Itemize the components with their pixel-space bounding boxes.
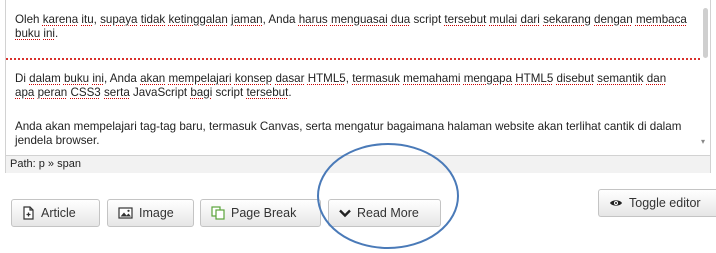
document-add-icon (22, 206, 35, 220)
chevron-down-icon (339, 208, 351, 218)
element-path: Path: p » span (10, 158, 81, 170)
editor-scrollbar[interactable]: ▾ (700, 0, 710, 155)
editor-paragraph-1[interactable]: Oleh karena itu, supaya tidak ketinggala… (15, 13, 687, 40)
editor-paragraph-2[interactable]: Di dalam buku ini, Anda akan mempelajari… (15, 72, 687, 99)
read-more-separator (6, 58, 700, 60)
read-more-button-label: Read More (357, 206, 419, 220)
editor-path-status-bar: Path: p » span (6, 155, 710, 173)
editor-content-area[interactable]: Oleh karena itu, supaya tidak ketinggala… (6, 0, 700, 155)
page-break-button[interactable]: Page Break (200, 199, 321, 227)
eye-icon (609, 198, 623, 208)
page-break-button-label: Page Break (231, 206, 297, 220)
article-button[interactable]: Article (11, 199, 100, 227)
image-button[interactable]: Image (107, 199, 194, 227)
editor-paragraph-3[interactable]: Anda akan mempelajari tag-tag baru, term… (15, 120, 687, 147)
toggle-editor-button-label: Toggle editor (629, 196, 701, 210)
editor-frame: Oleh karena itu, supaya tidak ketinggala… (5, 0, 711, 173)
image-button-label: Image (139, 206, 174, 220)
article-button-label: Article (41, 206, 76, 220)
scrollbar-thumb[interactable] (703, 8, 708, 58)
toggle-editor-button[interactable]: Toggle editor (598, 189, 716, 217)
copy-pages-icon (211, 206, 225, 220)
picture-icon (118, 207, 133, 219)
scroll-down-arrow-icon[interactable]: ▾ (701, 138, 705, 146)
read-more-button[interactable]: Read More (328, 199, 441, 227)
